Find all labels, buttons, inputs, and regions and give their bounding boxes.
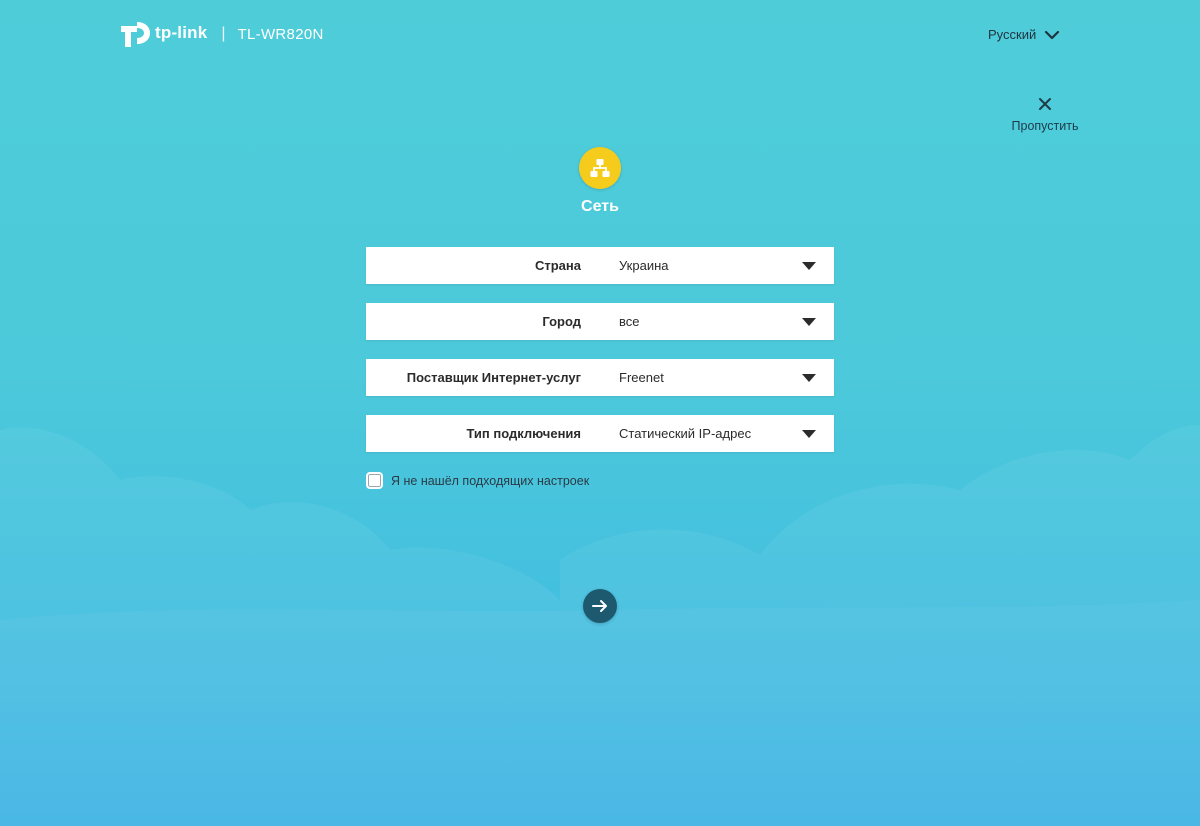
header-separator: | bbox=[221, 25, 226, 42]
connection-type-select[interactable]: Тип подключения Статический IP-адрес bbox=[366, 415, 834, 452]
close-icon bbox=[1039, 98, 1051, 110]
isp-select[interactable]: Поставщик Интернет-услуг Freenet bbox=[366, 359, 834, 396]
city-value: все bbox=[619, 314, 640, 329]
country-label: Страна bbox=[534, 258, 581, 273]
network-icon bbox=[590, 159, 610, 177]
country-select[interactable]: Страна Украина bbox=[366, 247, 834, 284]
skip-button[interactable]: Пропустить bbox=[1004, 95, 1086, 133]
caret-down-icon bbox=[802, 374, 816, 382]
chevron-down-icon bbox=[1045, 30, 1060, 39]
country-value: Украина bbox=[619, 258, 669, 273]
connection-type-label: Тип подключения bbox=[466, 426, 581, 441]
city-label: Город bbox=[542, 314, 581, 329]
caret-down-icon bbox=[802, 318, 816, 326]
language-label: Русский bbox=[988, 27, 1037, 42]
tp-link-logo: tp-link | TL-WR820N bbox=[119, 17, 324, 51]
brand-name: tp-link bbox=[155, 23, 208, 42]
arrow-right-icon bbox=[592, 600, 607, 612]
caret-down-icon bbox=[802, 430, 816, 438]
isp-value: Freenet bbox=[619, 370, 664, 385]
skip-label: Пропустить bbox=[1011, 119, 1079, 133]
tp-link-logo-icon bbox=[121, 22, 150, 47]
caret-down-icon bbox=[802, 262, 816, 270]
step-title: Сеть bbox=[581, 198, 619, 215]
city-select[interactable]: Город все bbox=[366, 303, 834, 340]
language-selector[interactable]: Русский bbox=[988, 27, 1060, 42]
no-settings-checkbox-row[interactable]: Я не нашёл подходящих настроек bbox=[366, 472, 589, 489]
isp-label: Поставщик Интернет-услуг bbox=[406, 370, 581, 385]
model-name: TL-WR820N bbox=[237, 25, 324, 43]
connection-type-value: Статический IP-адрес bbox=[619, 426, 752, 441]
no-settings-label[interactable]: Я не нашёл подходящих настроек bbox=[391, 474, 589, 488]
next-button[interactable] bbox=[583, 589, 617, 623]
step-icon bbox=[579, 147, 621, 189]
no-settings-checkbox[interactable] bbox=[366, 472, 383, 489]
setup-wizard-page: tp-link | TL-WR820N Русский Пропустить С… bbox=[0, 0, 1200, 826]
